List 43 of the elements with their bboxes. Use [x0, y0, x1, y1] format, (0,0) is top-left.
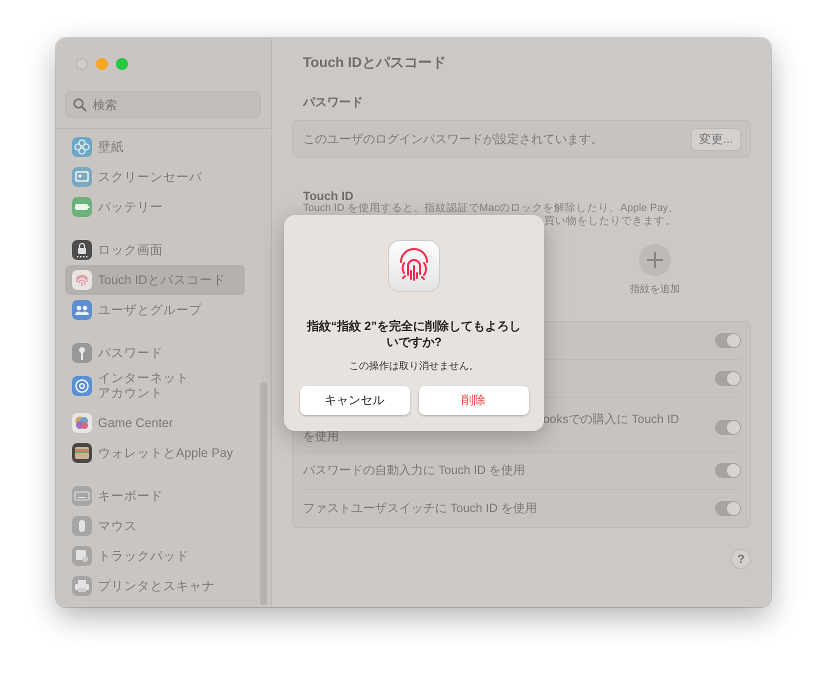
fingerprint-icon	[388, 240, 440, 292]
cancel-button[interactable]: キャンセル	[300, 386, 410, 415]
option-label: パスワードの自動入力に Touch ID を使用	[303, 462, 526, 479]
sidebar-item[interactable]: Touch IDとパスコード	[65, 265, 245, 295]
description-text: Touch ID を使用すると、指紋認証でMacのロックを解除したり、Apple Pay、	[303, 202, 680, 214]
delete-button[interactable]: 削除	[418, 386, 528, 415]
minimize-button[interactable]	[96, 58, 108, 70]
sidebar-item[interactable]: Game Center	[65, 408, 245, 438]
sidebar-item[interactable]: バッテリー	[65, 192, 245, 222]
sidebar-item[interactable]: トラックパッド	[65, 541, 245, 571]
sidebar-item[interactable]: ロック画面	[65, 235, 245, 265]
toggle-switch[interactable]	[715, 420, 741, 435]
password-message: このユーザのログインパスワードが設定されています。	[303, 130, 603, 148]
toggle-switch[interactable]	[715, 333, 741, 348]
sidebar-item[interactable]: スクリーンセーバ	[65, 162, 245, 192]
add-fingerprint-button[interactable]	[639, 244, 671, 276]
add-fingerprint-label: 指紋を追加	[630, 282, 680, 296]
toggle-switch[interactable]	[715, 463, 741, 478]
sidebar-item[interactable]: パスワード	[65, 338, 245, 368]
section-heading: Touch ID	[303, 189, 354, 203]
sidebar-item[interactable]: キーボード	[65, 481, 245, 511]
page-title: Touch IDとパスコード	[303, 54, 447, 72]
toggle-switch[interactable]	[715, 371, 741, 386]
sidebar-item[interactable]: マウス	[65, 511, 245, 541]
toggle-switch[interactable]	[715, 501, 741, 516]
close-button[interactable]	[76, 58, 88, 70]
sidebar-item[interactable]: ウォレットとApple Pay	[65, 438, 245, 468]
option-label: ファストユーザスイッチに Touch ID を使用	[303, 500, 538, 517]
search-field[interactable]: 検索	[65, 91, 261, 118]
dialog-title: 指紋“指紋 2”を完全に削除してもよろしいですか?	[306, 318, 522, 350]
help-button[interactable]: ?	[731, 549, 751, 569]
option-label: を使用	[303, 428, 340, 444]
dialog-message: この操作は取り消せません。	[349, 360, 479, 373]
sidebar-item[interactable]: インターネット アカウント	[65, 366, 245, 406]
option-label: ooksでの購入に Touch ID	[542, 410, 680, 428]
zoom-button[interactable]	[116, 58, 128, 70]
sidebar-item[interactable]: プリンタとスキャナ	[65, 571, 245, 601]
search-icon	[73, 98, 87, 112]
sidebar-item[interactable]: ユーザとグループ	[65, 295, 245, 325]
change-button[interactable]: 変更...	[690, 128, 741, 150]
section-heading: パスワード	[303, 94, 364, 111]
sidebar-item[interactable]: 壁紙	[65, 132, 245, 162]
description-text: 買い物をしたりできます。	[544, 215, 676, 227]
